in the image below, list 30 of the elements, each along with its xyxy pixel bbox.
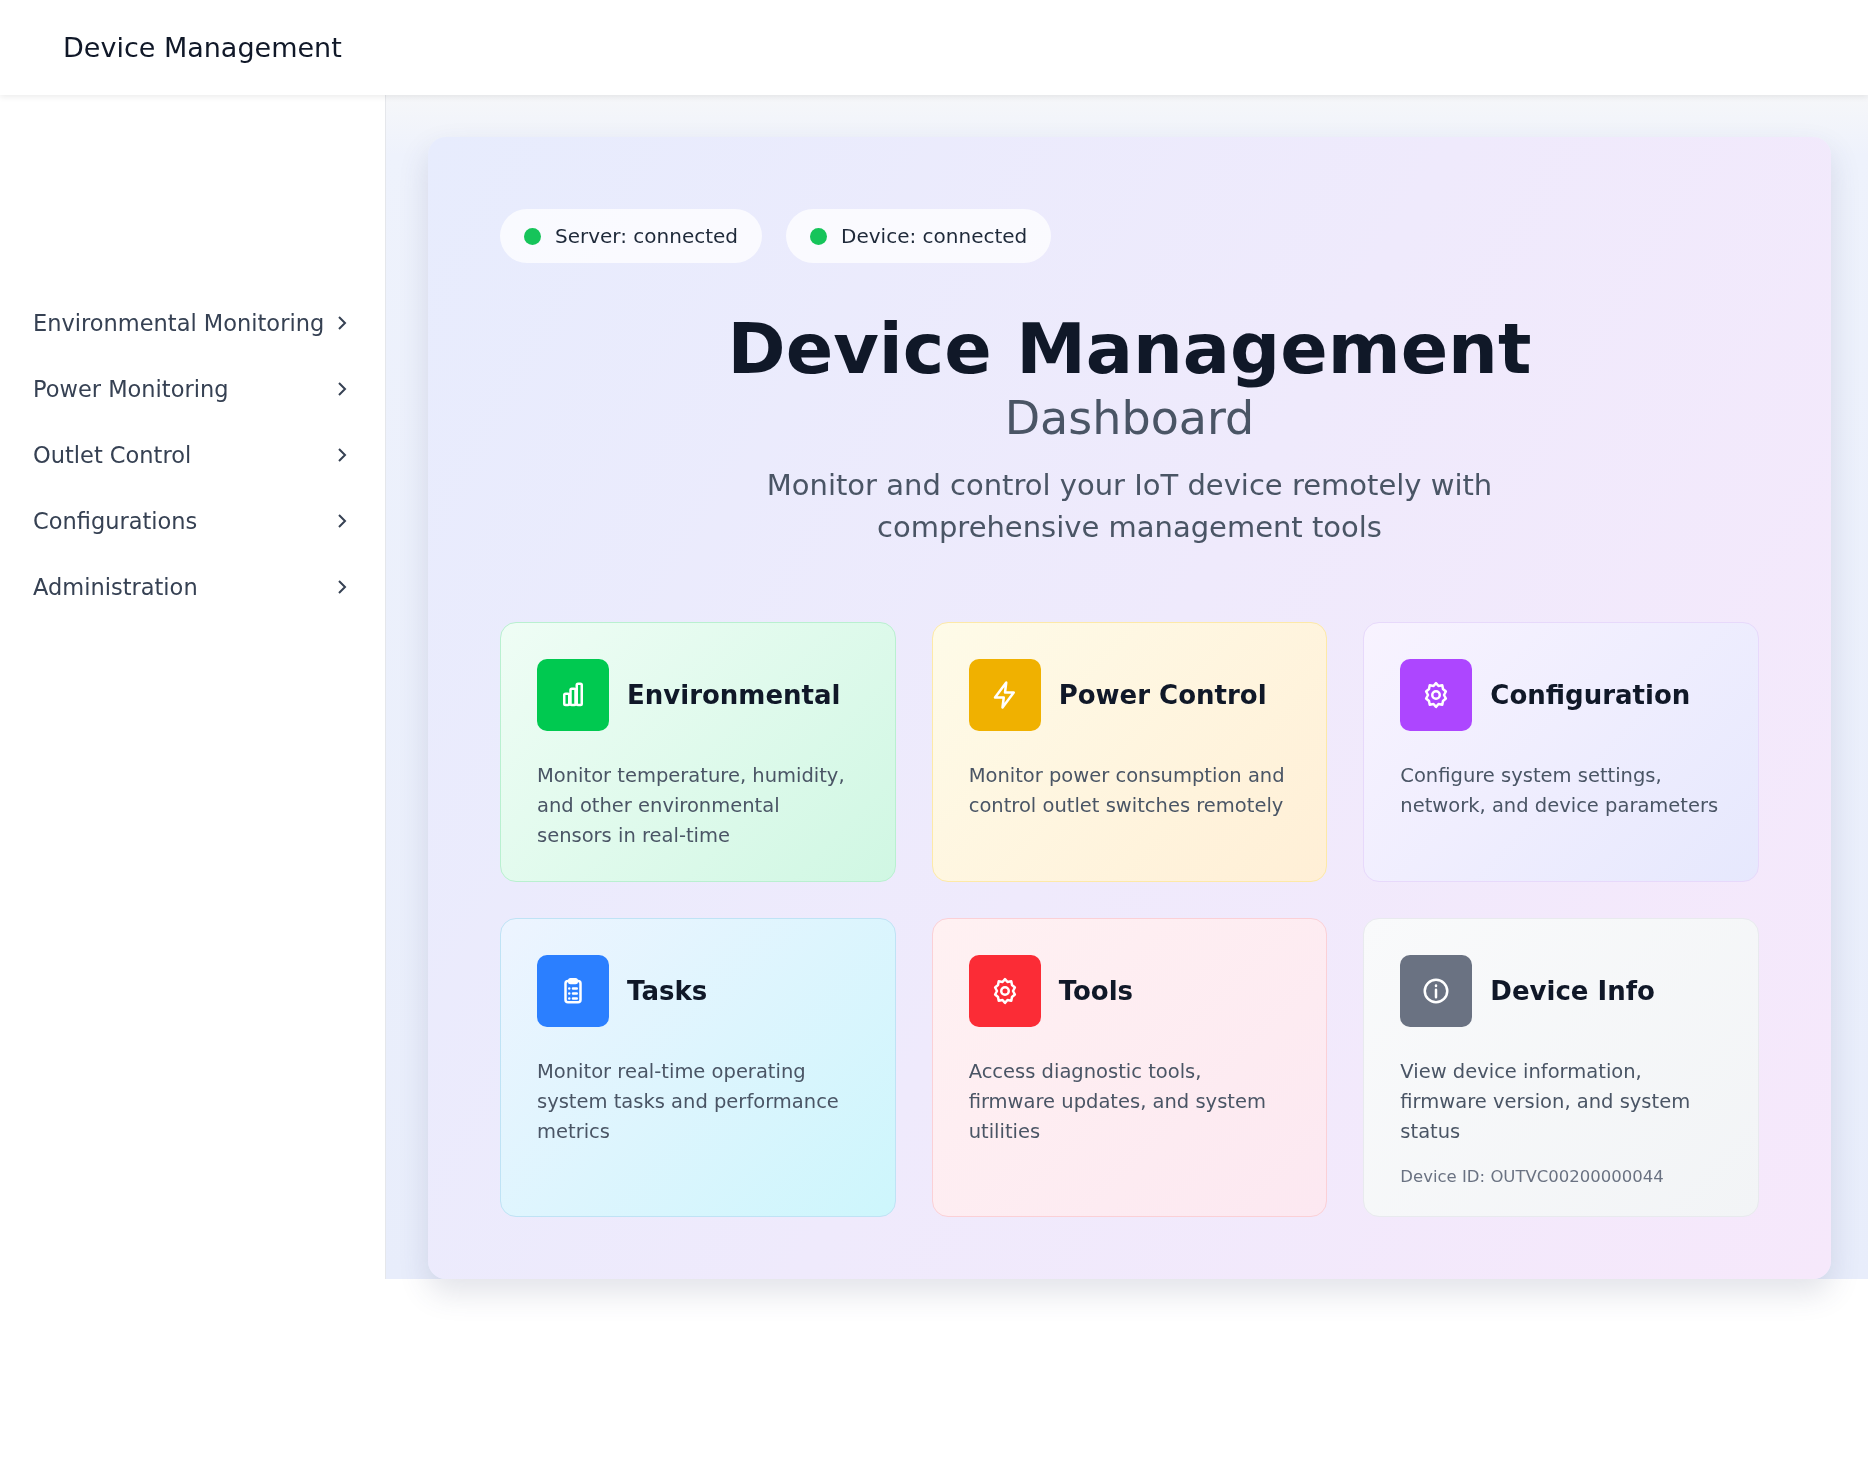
card-description: Monitor real-time operating system tasks and performance metrics — [537, 1058, 840, 1145]
feature-card[interactable]: Device Info View device information, firmware version, and system status Device ID: OUTVC00200000044 — [1363, 917, 1759, 1217]
status-text: Device: connected — [841, 224, 1028, 248]
card-title: Environmental — [627, 679, 841, 710]
card-title: Configuration — [1490, 679, 1691, 710]
card-title: Device Info — [1490, 975, 1655, 1006]
dashboard-title: Device Management — [726, 313, 1533, 387]
dashboard-description: Monitor and control your IoT device remotely with comprehensive management tools — [765, 466, 1494, 546]
card-title: Power Control — [1058, 679, 1267, 710]
feature-card[interactable]: Environmental Monitor temperature, humidity, and other environmental sensors in real-time — [500, 621, 896, 882]
device-id-text: Device ID: OUTVC00200000044 — [1400, 1166, 1665, 1186]
sidebar-nav-item[interactable]: Outlet Control — [0, 422, 385, 488]
sidebar-nav-item[interactable]: Power Monitoring — [0, 356, 385, 422]
app-title: Device Management — [63, 32, 342, 63]
feature-card[interactable]: Tools Access diagnostic tools, firmware updates, and system utilities — [931, 917, 1328, 1217]
card-title: Tasks — [627, 975, 708, 1006]
feature-card[interactable]: Power Control Monitor power consumption and control outlet switches remotely — [931, 621, 1328, 882]
sidebar-nav-item[interactable]: Administration — [0, 554, 385, 620]
card-description: View device information, firmware version, and system status — [1400, 1058, 1692, 1145]
dashboard-subtitle: Dashboard — [1003, 390, 1256, 446]
feature-card[interactable]: Tasks Monitor real-time operating system tasks and performance metrics — [500, 917, 896, 1217]
card-title: Tools — [1058, 975, 1134, 1006]
card-description: Configure system settings, network, and device parameters — [1400, 762, 1720, 819]
card-description: Access diagnostic tools, firmware updates, and system utilities — [968, 1058, 1267, 1145]
status-text: Server: connected — [555, 224, 739, 248]
feature-card[interactable]: Configuration Configure system settings, network, and device parameters — [1363, 621, 1759, 882]
sidebar-nav-item[interactable]: Configurations — [0, 488, 385, 554]
card-description: Monitor power consumption and control outlet switches remotely — [968, 762, 1286, 819]
sidebar-nav-item[interactable]: Environmental Monitoring — [0, 290, 385, 356]
card-description: Monitor temperature, humidity, and other environmental sensors in real-time — [537, 762, 846, 849]
